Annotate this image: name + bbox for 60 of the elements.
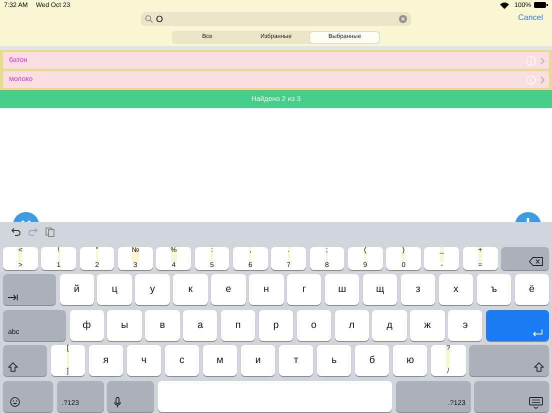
key[interactable]: б bbox=[354, 345, 390, 376]
shift-key[interactable] bbox=[3, 345, 47, 376]
key[interactable]: ц bbox=[97, 274, 132, 306]
key[interactable]: х bbox=[438, 274, 474, 306]
tab-icon bbox=[8, 294, 18, 302]
emoji-key[interactable] bbox=[3, 380, 53, 412]
key[interactable]: ю bbox=[392, 345, 428, 376]
key[interactable]: м bbox=[202, 345, 238, 376]
key[interactable]: ъ bbox=[476, 274, 512, 306]
key[interactable]: н bbox=[249, 274, 284, 306]
info-icon[interactable] bbox=[526, 74, 536, 84]
key[interactable]: ё bbox=[514, 274, 549, 306]
key[interactable]: й bbox=[60, 274, 94, 306]
shift-icon bbox=[534, 362, 544, 372]
key[interactable]: ч bbox=[126, 345, 162, 376]
paste-icon[interactable] bbox=[45, 227, 55, 237]
tab-key[interactable] bbox=[3, 274, 56, 306]
key[interactable]: ш bbox=[324, 274, 360, 306]
key[interactable]: е bbox=[211, 274, 246, 306]
info-icon[interactable] bbox=[526, 56, 536, 66]
search-icon bbox=[145, 15, 153, 23]
backspace-key[interactable] bbox=[501, 246, 550, 270]
keyboard-icon bbox=[529, 396, 543, 409]
key[interactable]: п bbox=[220, 310, 256, 341]
key[interactable]: ы bbox=[107, 310, 142, 341]
dictation-key[interactable] bbox=[107, 380, 154, 412]
key[interactable]: д bbox=[372, 310, 407, 341]
search-field[interactable]: О bbox=[141, 12, 411, 26]
wifi-icon bbox=[500, 2, 510, 8]
key[interactable]: с bbox=[164, 345, 200, 376]
key[interactable]: з bbox=[400, 274, 436, 306]
cancel-button[interactable]: Cancel bbox=[518, 13, 543, 22]
backspace-icon bbox=[529, 256, 544, 266]
microphone-icon bbox=[114, 396, 121, 408]
key[interactable]: э bbox=[448, 310, 482, 341]
chevron-icon bbox=[540, 76, 545, 84]
battery-icon bbox=[534, 2, 548, 8]
key[interactable]: о bbox=[296, 310, 332, 341]
key[interactable]: я bbox=[88, 345, 124, 376]
key[interactable]: р bbox=[258, 310, 294, 341]
chevron-icon bbox=[540, 56, 545, 64]
key[interactable]: а bbox=[183, 310, 218, 341]
key[interactable]: ь bbox=[316, 345, 352, 376]
undo-icon[interactable] bbox=[11, 227, 21, 237]
key[interactable]: ф bbox=[70, 310, 104, 341]
key[interactable]: ж bbox=[410, 310, 445, 341]
smiley-icon bbox=[10, 396, 20, 407]
return-icon bbox=[532, 328, 543, 337]
key[interactable]: к bbox=[173, 274, 208, 306]
key[interactable]: в bbox=[145, 310, 180, 341]
key[interactable]: т bbox=[278, 345, 314, 376]
key[interactable]: г bbox=[287, 274, 322, 306]
hide-keyboard-key[interactable] bbox=[474, 380, 549, 412]
key[interactable]: и bbox=[240, 345, 276, 376]
return-key[interactable] bbox=[486, 310, 549, 341]
key[interactable]: щ bbox=[362, 274, 398, 306]
key[interactable]: л bbox=[334, 310, 369, 341]
shift-icon bbox=[8, 362, 18, 372]
clear-icon[interactable] bbox=[399, 15, 407, 23]
key[interactable]: у bbox=[135, 274, 170, 306]
